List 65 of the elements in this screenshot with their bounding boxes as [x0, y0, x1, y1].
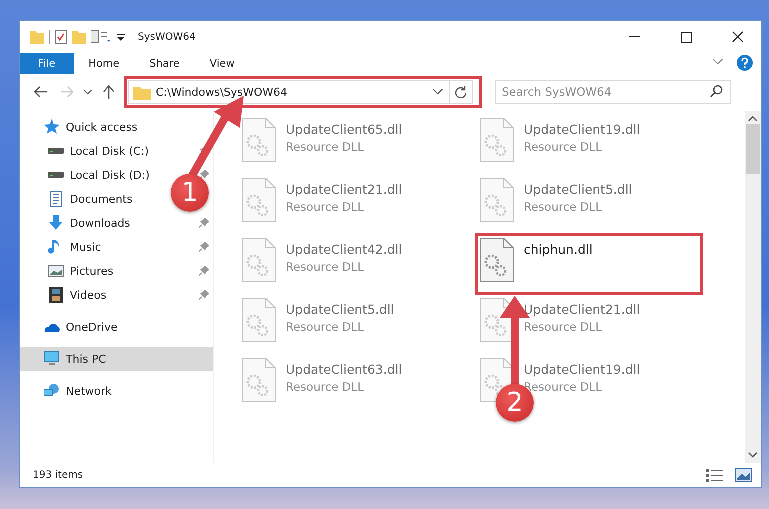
file-type: Resource DLL: [524, 200, 604, 214]
sidebar-item[interactable]: Music: [48, 235, 102, 259]
search-icon: [710, 85, 723, 98]
file-type: Resource DLL: [524, 320, 604, 334]
down-arrow-icon: [48, 215, 64, 231]
dll-file-icon[interactable]: [480, 238, 514, 282]
expand-ribbon-icon[interactable]: [713, 59, 723, 65]
network-icon: [44, 383, 60, 399]
close-icon: [732, 31, 744, 43]
help-icon[interactable]: [737, 55, 753, 71]
ribbon-tab[interactable]: Home: [74, 53, 135, 74]
file-name[interactable]: UpdateClient19.dll: [524, 362, 640, 377]
minimize-icon: [628, 36, 640, 38]
file-type: Resource DLL: [286, 320, 366, 334]
picture-icon: [48, 263, 64, 279]
document-icon: [48, 191, 64, 207]
star-icon: [44, 119, 60, 135]
drive-icon: [48, 148, 64, 154]
sidebar-item[interactable]: Pictures: [48, 259, 114, 283]
file-name[interactable]: UpdateClient63.dll: [286, 362, 402, 377]
file-type: Resource DLL: [286, 140, 366, 154]
ribbon-tab[interactable]: Share: [134, 53, 195, 74]
file-type: Resource DLL: [524, 380, 604, 394]
file-type: Resource DLL: [286, 380, 366, 394]
sidebar-item[interactable]: Local Disk (D:): [48, 163, 150, 187]
sidebar-item[interactable]: Downloads: [48, 211, 130, 235]
caret-icon[interactable]: [433, 89, 443, 95]
file-name[interactable]: UpdateClient5.dll: [524, 182, 632, 197]
sidebar-item[interactable]: Network: [20, 379, 213, 403]
scroll-up-icon[interactable]: [748, 115, 758, 122]
sidebar-item[interactable]: This PC: [20, 347, 213, 371]
file-name[interactable]: UpdateClient21.dll: [524, 302, 640, 317]
drive-icon: [48, 172, 64, 178]
film-icon: [48, 287, 64, 303]
view-menu-icon[interactable]: [91, 30, 111, 44]
search-field[interactable]: Search SysWOW64: [495, 80, 731, 104]
file-name[interactable]: UpdateClient42.dll: [286, 242, 402, 257]
folder-icon: [133, 84, 151, 100]
address-bar[interactable]: C:\Windows\SysWOW64: [128, 80, 473, 104]
ribbon-tab[interactable]: View: [194, 53, 250, 74]
customize-toolbar-icon[interactable]: [116, 32, 126, 42]
sidebar-item[interactable]: Quick access: [20, 115, 213, 139]
file-name[interactable]: UpdateClient19.dll: [524, 122, 640, 137]
sidebar-item[interactable]: Videos: [48, 283, 107, 307]
sidebar-item[interactable]: OneDrive: [20, 315, 213, 339]
large-icons-view-icon[interactable]: [735, 468, 752, 482]
scroll-down-icon[interactable]: [748, 452, 758, 459]
item-count: 193 items: [33, 470, 84, 480]
properties-icon[interactable]: [55, 30, 67, 44]
file-type: Resource DLL: [286, 200, 366, 214]
address-path: C:\Windows\SysWOW64: [156, 86, 289, 98]
computer-icon: [44, 351, 60, 367]
file-type: Resource DLL: [286, 260, 366, 274]
details-view-icon[interactable]: [706, 468, 723, 482]
sidebar-item[interactable]: Local Disk (C:): [48, 139, 150, 163]
file-name[interactable]: UpdateClient65.dll: [286, 122, 402, 137]
file-name[interactable]: UpdateClient5.dll: [286, 302, 394, 317]
file-type: Resource DLL: [524, 140, 604, 154]
ribbon-tab[interactable]: File: [20, 53, 74, 74]
maximize-icon: [680, 32, 692, 42]
file-name[interactable]: chiphun.dll: [524, 242, 593, 257]
file-name[interactable]: UpdateClient21.dll: [286, 182, 402, 197]
sidebar-item[interactable]: Documents: [48, 187, 133, 211]
window-title: SysWOW64: [138, 32, 196, 42]
scrollbar-thumb[interactable]: [746, 124, 760, 174]
